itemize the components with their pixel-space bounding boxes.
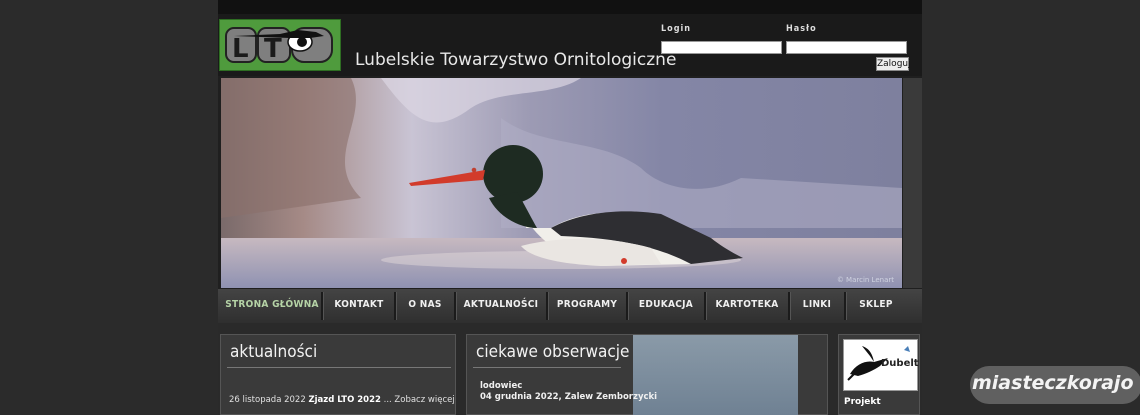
- project-label[interactable]: Projekt: [844, 397, 881, 407]
- password-input[interactable]: [786, 41, 907, 54]
- nav-item-aktualnosci[interactable]: AKTUALNOŚCI: [457, 289, 545, 323]
- svg-text:T: T: [264, 34, 282, 64]
- nav-item-kontakt[interactable]: KONTAKT: [324, 289, 394, 323]
- hero-side-strip: [903, 78, 922, 288]
- news-date: 26 listopada 2022: [229, 395, 306, 405]
- hero-banner: © Marcin Lenart: [221, 78, 902, 288]
- dubelt-banner[interactable]: Dubelt: [843, 339, 919, 391]
- site-title: Lubelskie Towarzystwo Ornitologiczne: [355, 50, 677, 70]
- login-input[interactable]: [661, 41, 782, 54]
- page-container: L T Lubelskie Towarzystwo Ornitologiczne…: [218, 0, 922, 415]
- nav-item-sklep[interactable]: SKLEP: [847, 289, 905, 323]
- observations-panel: ciekawe obserwacje lodowiec 04 grudnia 2…: [466, 334, 828, 415]
- news-item: 26 listopada 2022 Zjazd LTO 2022 ... Zob…: [229, 395, 455, 405]
- observation-species[interactable]: lodowiec: [480, 381, 522, 391]
- observations-title: ciekawe obserwacje: [476, 342, 630, 362]
- news-more-link[interactable]: ... Zobacz więcej: [381, 395, 455, 405]
- content-area: aktualności 26 listopada 2022 Zjazd LTO …: [218, 323, 922, 415]
- sidebar-panel: Dubelt Projekt: [838, 334, 920, 415]
- site-header: L T Lubelskie Towarzystwo Ornitologiczne…: [218, 14, 922, 76]
- dubelt-label: Dubelt: [881, 358, 919, 369]
- merganser-photo: [221, 78, 902, 288]
- svg-text:L: L: [232, 34, 249, 64]
- news-headline-link[interactable]: Zjazd LTO 2022: [308, 395, 380, 405]
- lto-logo[interactable]: L T: [219, 19, 341, 71]
- news-title: aktualności: [230, 342, 318, 362]
- top-bar: [218, 0, 922, 14]
- nav-item-o-nas[interactable]: O NAS: [397, 289, 453, 323]
- login-form: Login Hasło Zaloguj: [661, 19, 911, 74]
- nav-item-kartoteka[interactable]: KARTOTEKA: [707, 289, 787, 323]
- photo-credit: © Marcin Lenart: [836, 276, 894, 284]
- observation-date-place: 04 grudnia 2022, Zalew Zemborzycki: [480, 392, 658, 402]
- news-panel: aktualności 26 listopada 2022 Zjazd LTO …: [220, 334, 456, 415]
- login-button[interactable]: Zaloguj: [876, 57, 911, 71]
- nav-item-edukacja[interactable]: EDUKACJA: [629, 289, 703, 323]
- nav-item-linki[interactable]: LINKI: [791, 289, 843, 323]
- lto-logo-graphic: L T: [225, 27, 333, 64]
- watermark-text: miasteczkorajo: [972, 372, 1134, 394]
- password-label: Hasło: [786, 24, 817, 34]
- observation-photo[interactable]: [633, 335, 798, 415]
- main-nav: STRONA GŁÓWNA KONTAKT O NAS AKTUALNOŚCI …: [218, 289, 922, 323]
- observations-title-divider: [473, 367, 621, 368]
- nav-item-strona-glowna[interactable]: STRONA GŁÓWNA: [223, 289, 321, 323]
- login-label: Login: [661, 24, 692, 34]
- news-title-divider: [227, 367, 451, 368]
- nav-item-programy[interactable]: PROGRAMY: [549, 289, 625, 323]
